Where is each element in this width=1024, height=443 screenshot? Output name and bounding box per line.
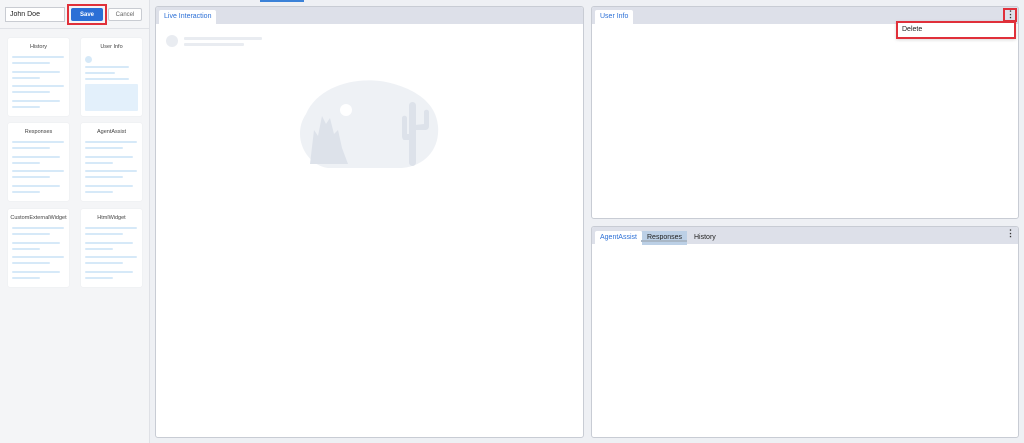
widget-card-title: HtmlWidget [97,215,126,221]
cancel-button[interactable]: Cancel [108,8,142,21]
widget-card-agentassist[interactable]: AgentAssist [81,123,142,201]
skeleton-line [85,78,129,80]
tab-agentassist[interactable]: AgentAssist [595,231,642,245]
skeleton-line [85,170,137,172]
loading-line [184,37,262,40]
skeleton-line [85,141,137,143]
panel-header: Live Interaction [156,7,583,25]
skeleton-line [12,185,60,187]
skeleton-line [85,233,123,235]
sidebar-divider [0,28,150,29]
skeleton-line [85,156,133,158]
tab-drag-indicator [641,240,687,242]
widget-card-history[interactable]: History [8,38,69,116]
widget-card-user-info[interactable]: User Info [81,38,142,116]
skeleton-line [12,106,40,108]
skeleton-line [85,72,115,74]
skeleton-line [85,176,123,178]
menu-item-delete[interactable]: Delete [902,26,922,33]
widget-editor-sidebar: Save Cancel History User Info Responses [0,0,150,443]
skeleton-line [85,147,123,149]
skeleton-line [12,170,64,172]
widget-card-title: History [29,44,48,50]
widget-card-custom-external[interactable]: CustomExternalWidget [8,209,69,287]
vertical-ellipsis-icon[interactable]: ⋮ [1006,229,1015,239]
loading-avatar-placeholder [166,35,178,47]
skeleton-line [12,176,50,178]
skeleton-line [85,66,129,68]
widget-card-responses[interactable]: Responses [8,123,69,201]
save-button[interactable]: Save [71,8,103,21]
loading-line [184,43,244,46]
skeleton-line [12,156,60,158]
skeleton-line [12,91,50,93]
skeleton-line [85,185,133,187]
skeleton-line [12,56,64,58]
skeleton-line [12,85,64,87]
live-interaction-panel: Live Interaction [155,6,584,438]
skeleton-line [85,271,133,273]
skeleton-line [85,227,137,229]
skeleton-line [12,141,64,143]
skeleton-line [85,256,137,258]
tabbed-widget-panel: AgentAssist Responses History [591,226,1019,438]
skeleton-line [85,191,113,193]
tab-history[interactable]: History [689,231,721,245]
skeleton-line [12,271,60,273]
skeleton-line [85,248,113,250]
skeleton-block [85,84,138,111]
skeleton-line [85,242,133,244]
panel-context-menu: Delete [896,21,1016,39]
tab-live-interaction[interactable]: Live Interaction [159,10,217,25]
layout-name-input[interactable] [5,7,65,22]
empty-state-desert-illustration [300,80,439,168]
skeleton-line [12,100,60,102]
skeleton-line [12,242,60,244]
widget-card-html[interactable]: HtmlWidget [81,209,142,287]
widget-card-title: AgentAssist [96,129,127,135]
top-accent-bar [260,0,304,2]
tab-responses[interactable]: Responses [642,231,688,245]
skeleton-line [12,62,50,64]
skeleton-line [12,233,50,235]
skeleton-line [12,262,50,264]
skeleton-line [12,147,50,149]
skeleton-line [12,191,40,193]
skeleton-line [85,162,113,164]
avatar-placeholder [85,56,92,63]
skeleton-line [12,162,40,164]
skeleton-line [85,277,113,279]
skeleton-line [12,227,64,229]
widget-card-title: CustomExternalWidget [10,215,67,221]
skeleton-line [12,256,64,258]
widget-card-title: User Info [100,44,123,50]
skeleton-line [85,262,123,264]
tab-user-info[interactable]: User Info [595,10,634,25]
skeleton-line [12,248,40,250]
skeleton-line [12,77,40,79]
menu-button-highlight-box [1003,8,1017,22]
skeleton-line [12,71,60,73]
widget-card-title: Responses [24,129,53,135]
skeleton-line [12,277,40,279]
